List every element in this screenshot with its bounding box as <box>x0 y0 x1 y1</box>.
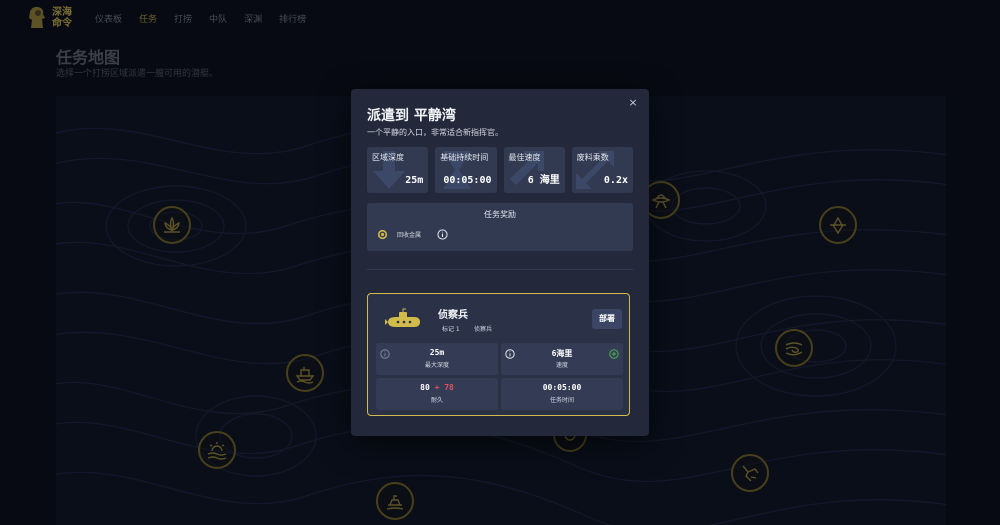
mission-time-value: 00:05:00 <box>542 383 582 392</box>
stat-base-duration: 基础持续时间 00:05:00 <box>435 147 497 193</box>
zone-stats: 区域深度 25m 基础持续时间 00:05:00 最佳速度 6 海里 废料乘数 … <box>367 147 633 193</box>
rewards-title: 任务奖励 <box>484 210 516 219</box>
deploy-dialog: × 派遣到 平静湾 一个平静的入口，非常适合新指挥官。 区域深度 25m 基础持… <box>351 89 649 436</box>
stat-zone-depth: 区域深度 25m <box>367 147 429 193</box>
submarine-class: 侦察兵 <box>474 326 493 333</box>
divider <box>367 269 633 270</box>
submarine-card[interactable]: 侦察兵 标记 1 侦察兵 部署 25m 最大深度 6海里 速度 80 + 78 … <box>367 293 630 416</box>
stat-label: 废料乘数 <box>576 153 609 162</box>
durability-cell: 80 + 78 耐久 <box>376 378 498 410</box>
max-depth-cell: 25m 最大深度 <box>376 343 498 375</box>
reward-item[interactable]: 回收金属 <box>377 229 421 240</box>
durability-bonus: + 78 <box>434 383 454 392</box>
stat-label: 基础持续时间 <box>440 153 489 162</box>
submarine-level: 标记 1 <box>442 326 460 333</box>
info-icon[interactable] <box>437 229 448 240</box>
durability-label: 耐久 <box>430 397 443 404</box>
dialog-subtitle: 一个平静的入口，非常适合新指挥官。 <box>367 128 503 137</box>
stat-value: 6 海里 <box>527 175 560 186</box>
durability-value: 80 + 78 <box>376 383 498 392</box>
stat-label: 最佳速度 <box>508 153 541 162</box>
stat-value: 25m <box>405 175 424 186</box>
mission-time-cell: 00:05:00 任务时间 <box>501 378 623 410</box>
close-button[interactable]: × <box>627 97 639 109</box>
deploy-button[interactable]: 部署 <box>592 309 622 329</box>
stat-value: 0.2x <box>603 175 628 186</box>
mission-time-label: 任务时间 <box>549 397 574 404</box>
dialog-title: 派遣到 平静湾 <box>367 108 456 124</box>
reward-label: 回收金属 <box>397 232 422 239</box>
speed-label: 速度 <box>555 362 568 369</box>
submarine-icon <box>385 308 420 327</box>
metal-gear-icon <box>377 229 388 240</box>
speed-value: 6海里 <box>551 349 573 358</box>
stat-scrap-multiplier: 废料乘数 0.2x <box>571 147 633 193</box>
stat-best-speed: 最佳速度 6 海里 <box>503 147 565 193</box>
submarine-name: 侦察兵 <box>438 310 468 321</box>
max-depth-label: 最大深度 <box>424 362 449 369</box>
max-depth-value: 25m <box>429 348 445 357</box>
stat-label: 区域深度 <box>372 153 404 162</box>
durability-base: 80 <box>420 383 430 392</box>
speed-cell: 6海里 速度 <box>501 343 623 375</box>
mission-rewards: 任务奖励 回收金属 <box>367 203 633 251</box>
stat-value: 00:05:00 <box>443 175 492 186</box>
